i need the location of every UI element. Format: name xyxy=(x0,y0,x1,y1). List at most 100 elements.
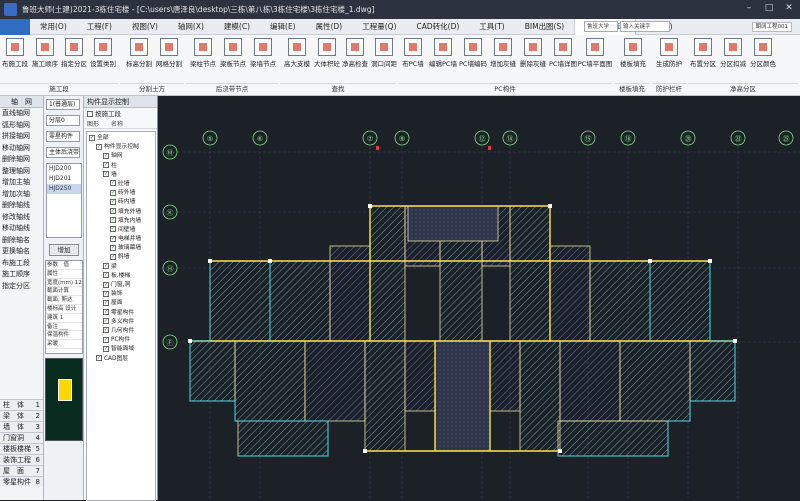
by-section-checkbox[interactable] xyxy=(87,111,93,117)
category-roof[interactable]: 屋 面7 xyxy=(0,465,43,476)
tree-node-checkbox[interactable]: ✓ xyxy=(110,180,116,187)
tree-node[interactable]: ✓ 墙 xyxy=(87,171,155,180)
tree-node-checkbox[interactable]: ✓ xyxy=(103,327,109,334)
tree-node-checkbox[interactable]: ✓ xyxy=(103,171,109,178)
category-misc[interactable]: 零星构件 8 xyxy=(0,476,43,487)
tree-node-checkbox[interactable]: ✓ xyxy=(110,226,116,233)
search-input[interactable]: 输入关键字 xyxy=(620,21,670,32)
tool-move-axis-line[interactable]: 移动轴线 xyxy=(0,223,43,235)
tree-node[interactable]: ✓ 填充内墙 xyxy=(87,217,155,226)
add-component-button[interactable]: 增加 xyxy=(49,244,79,256)
tree-node[interactable]: ✓ 砼墙 xyxy=(87,180,155,189)
subtype-select[interactable]: 主体后浇带 xyxy=(46,147,80,158)
tree-node-checkbox[interactable]: ✓ xyxy=(96,143,102,150)
file-menu-button[interactable] xyxy=(0,18,30,35)
tree-node-checkbox[interactable]: ✓ xyxy=(89,134,95,141)
property-row[interactable]: 保温构件 xyxy=(46,331,82,341)
tree-node-checkbox[interactable]: ✓ xyxy=(103,263,109,270)
floor-plan-svg[interactable]: ⑤ ⑥ ⑦ ⑨ ⑫ ⑭ ⑮ ⑱ ⑳ ㉓ ㉕ Ⓜ Ⓚ Ⓗ Ⓕ xyxy=(158,96,800,500)
property-row[interactable]: 备注 ___ xyxy=(46,323,82,332)
menu-view[interactable]: 视图(V) xyxy=(122,19,168,35)
tool-straight-axis[interactable]: 直线轴网 xyxy=(0,108,43,120)
tree-node-checkbox[interactable]: ✓ xyxy=(110,189,116,196)
tool-rename-axis[interactable]: 更换轴名 xyxy=(0,246,43,258)
menu-common[interactable]: 常用(O) xyxy=(30,19,77,35)
tree-node[interactable]: ✓ 轴网 xyxy=(87,152,155,161)
tool-assign-zone[interactable]: 指定分区 xyxy=(0,281,43,293)
search-scope-select[interactable]: 鲁班大学 xyxy=(584,21,618,32)
ribbon-btn-5[interactable]: 网格分割 xyxy=(154,38,184,68)
ribbon-btn-24[interactable]: 分区颜色 xyxy=(748,38,778,68)
tool-join-axis[interactable]: 拼接轴网 xyxy=(0,131,43,143)
tool-delete-axis-name[interactable]: 删除轴名 xyxy=(0,235,43,247)
tree-node-checkbox[interactable]: ✓ xyxy=(110,198,116,205)
tree-node[interactable]: ✓ PC构件 xyxy=(87,336,155,345)
tool-delete-axis[interactable]: 删除轴网 xyxy=(0,154,43,166)
tree-node-checkbox[interactable]: ✓ xyxy=(103,152,109,159)
menu-modeling[interactable]: 建模(C) xyxy=(214,19,260,35)
menu-cad-convert[interactable]: CAD转化(D) xyxy=(407,19,470,35)
tree-node[interactable]: ✓ 装饰 xyxy=(87,290,155,299)
tree-node[interactable]: ✓ 板,楼梯 xyxy=(87,272,155,281)
tree-node-checkbox[interactable]: ✓ xyxy=(110,253,116,260)
maximize-icon[interactable]: □ xyxy=(762,2,776,15)
tree-node-checkbox[interactable]: ✓ xyxy=(103,345,109,352)
menu-tools[interactable]: 工具(T) xyxy=(469,19,514,35)
by-section-option[interactable]: 按施工段 xyxy=(84,108,157,120)
tree-node[interactable]: ✓ 屋面 xyxy=(87,299,155,308)
tree-node[interactable]: ✓ 几何构件 xyxy=(87,327,155,336)
tree-node-checkbox[interactable]: ✓ xyxy=(110,235,116,242)
ribbon-btn-20[interactable]: 楼板填充 xyxy=(618,38,648,68)
tool-add-main-axis[interactable]: 增加主轴 xyxy=(0,177,43,189)
tree-node[interactable]: ✓ 智能面域 xyxy=(87,345,155,354)
tree-node-checkbox[interactable]: ✓ xyxy=(103,309,109,316)
ribbon-btn-8[interactable]: 梁墙节点 xyxy=(248,38,278,68)
tree-node[interactable]: ✓ 柱 xyxy=(87,162,155,171)
floor-select[interactable]: 1(普通层) xyxy=(46,99,80,110)
tree-node[interactable]: ✓ 梁 xyxy=(87,263,155,272)
tree-node[interactable]: ✓ 全部 xyxy=(87,134,155,143)
menu-attributes[interactable]: 属性(D) xyxy=(306,19,353,35)
menu-bim-drawing[interactable]: BIM出图(S) xyxy=(515,19,574,35)
tool-move-axis[interactable]: 移动轴网 xyxy=(0,143,43,155)
category-beam[interactable]: 梁 体2 xyxy=(0,410,43,421)
tree-node[interactable]: ✓ 间壁墙 xyxy=(87,226,155,235)
list-item[interactable]: HJD200 xyxy=(47,164,81,174)
list-item-selected[interactable]: HJD250 xyxy=(47,184,81,194)
close-icon[interactable]: ✕ xyxy=(782,2,796,15)
property-row[interactable]: 截面计算 xyxy=(46,287,82,297)
category-slab-stair[interactable]: 楼板楼梯 5 xyxy=(0,443,43,454)
minimize-icon[interactable]: – xyxy=(742,2,756,15)
tree-node[interactable]: ✓ 砖内墙 xyxy=(87,198,155,207)
tree-node[interactable]: ✓ 门窗,洞 xyxy=(87,281,155,290)
tool-delete-axis-line[interactable]: 删除轴线 xyxy=(0,200,43,212)
user-account[interactable]: 朝阔工程001 xyxy=(751,22,792,32)
tree-node[interactable]: ✓ 砖外墙 xyxy=(87,189,155,198)
menu-edit[interactable]: 编辑(E) xyxy=(260,19,306,35)
tree-node[interactable]: ✓ 填充外墙 xyxy=(87,208,155,217)
property-row[interactable]: 截面, 斯达 xyxy=(46,296,82,305)
category-decoration[interactable]: 装饰工程 6 xyxy=(0,454,43,465)
tree-node[interactable]: ✓ 电梯井墙 xyxy=(87,235,155,244)
tree-node-checkbox[interactable]: ✓ xyxy=(103,272,109,279)
tree-node-checkbox[interactable]: ✓ xyxy=(103,281,109,288)
category-door-window[interactable]: 门窗洞 4 xyxy=(0,432,43,443)
tree-node[interactable]: ✓ CAD图层 xyxy=(87,355,155,364)
menu-axis[interactable]: 轴网(X) xyxy=(168,19,214,35)
tree-node[interactable]: ✓ 多义构件 xyxy=(87,318,155,327)
tree-node-checkbox[interactable]: ✓ xyxy=(110,244,116,251)
tool-modify-axis-line[interactable]: 修改轴线 xyxy=(0,212,43,224)
category-column[interactable]: 柱 体1 xyxy=(0,399,43,410)
tool-construction-order[interactable]: 施工顺序 xyxy=(0,269,43,281)
layer-select[interactable]: 分层0 xyxy=(46,115,80,126)
tree-node[interactable]: ✓ 斜墙 xyxy=(87,253,155,262)
tree-node-checkbox[interactable]: ✓ xyxy=(103,318,109,325)
property-row[interactable]: 楼标高 设计 xyxy=(46,305,82,314)
category-wall[interactable]: 墙 体3 xyxy=(0,421,43,432)
drawing-canvas[interactable]: ⑤ ⑥ ⑦ ⑨ ⑫ ⑭ ⑮ ⑱ ⑳ ㉓ ㉕ Ⓜ Ⓚ Ⓗ Ⓕ xyxy=(158,96,800,500)
ribbon-btn-21[interactable]: 生成防护 xyxy=(654,38,684,68)
component-type-select[interactable]: 零星构件 xyxy=(46,131,80,142)
tool-tidy-axis[interactable]: 整理轴网 xyxy=(0,166,43,178)
list-item[interactable]: HJD201 xyxy=(47,174,81,184)
tree-node[interactable]: ✓ 零星构件 xyxy=(87,309,155,318)
